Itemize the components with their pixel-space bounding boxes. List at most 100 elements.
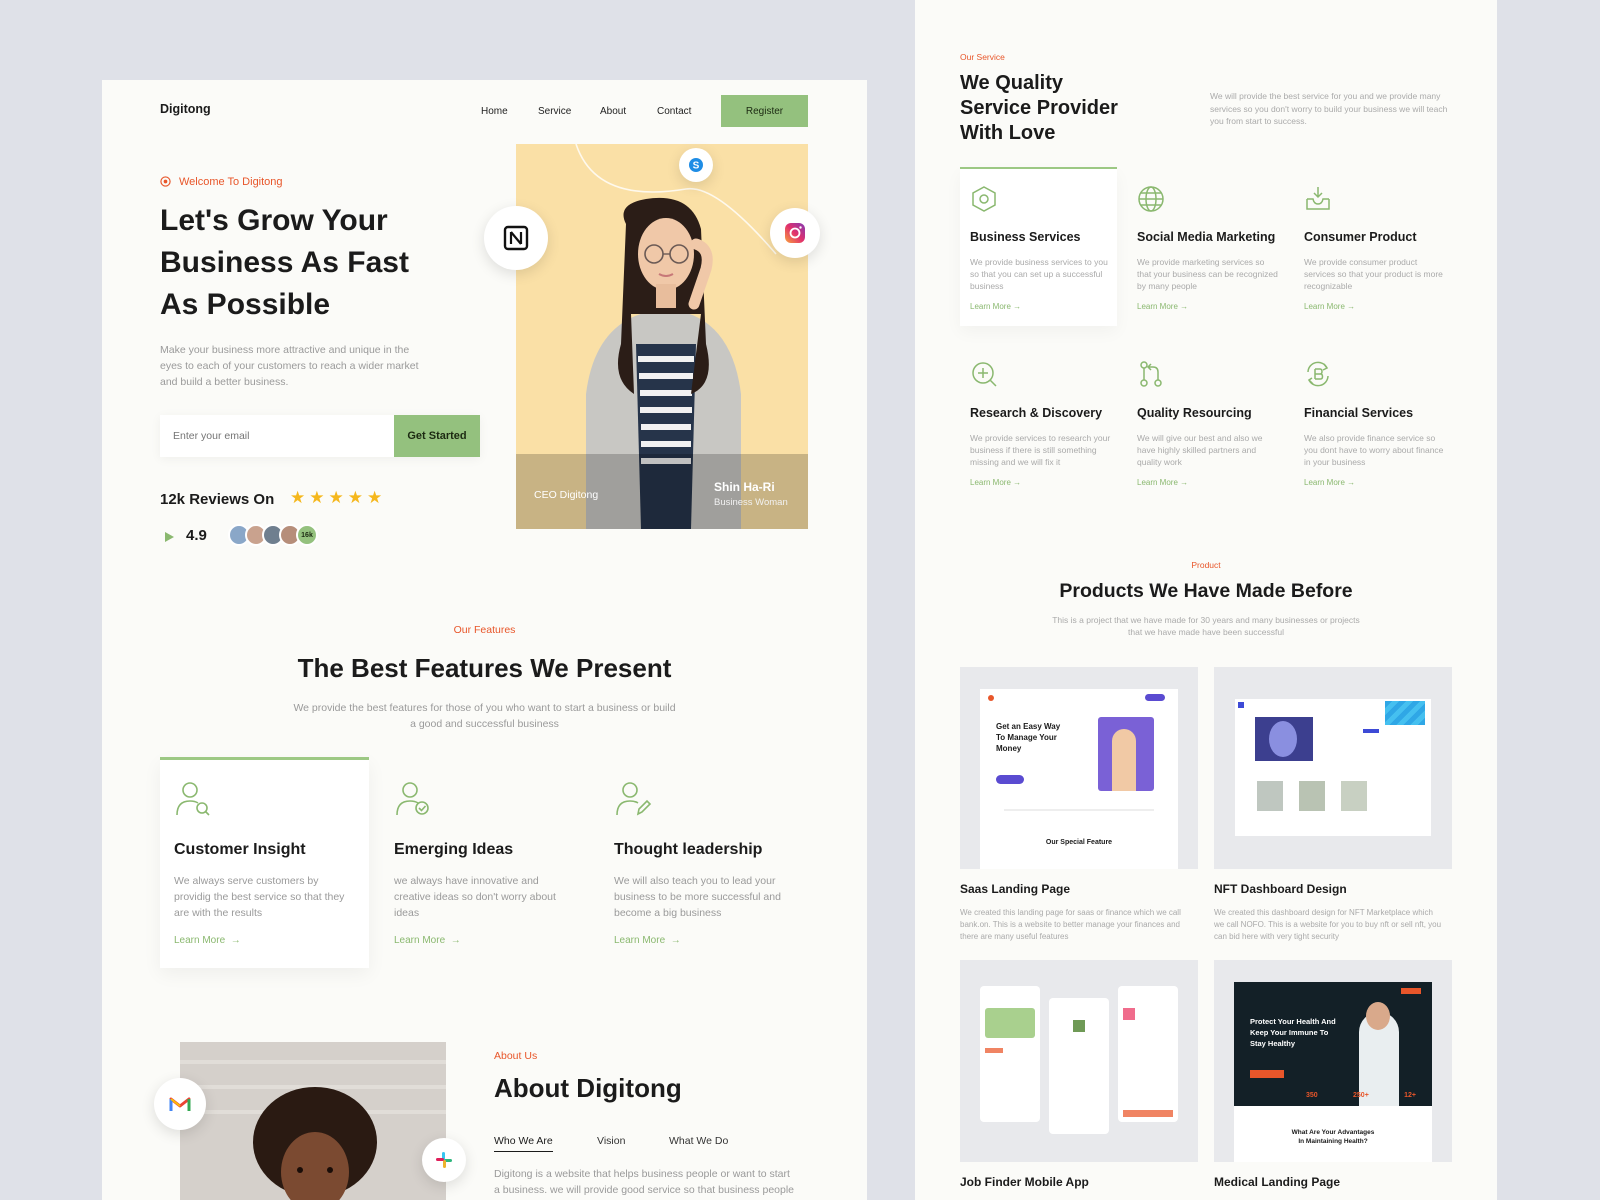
woman-portrait-illustration — [180, 1042, 446, 1200]
mock-cta — [996, 775, 1024, 784]
instagram-icon — [770, 208, 820, 258]
mock-screen — [1235, 699, 1431, 836]
service-eyebrow: Our Service — [960, 52, 1005, 62]
job-finder-thumbnail[interactable] — [960, 960, 1198, 1162]
globe-icon — [1137, 185, 1165, 213]
hero-photo: CEO Digitong Shin Ha-Ri Business Woman — [516, 144, 808, 529]
email-input[interactable] — [160, 415, 388, 457]
nav-about[interactable]: About — [600, 106, 626, 117]
products-eyebrow: Product — [1191, 560, 1221, 570]
arrow-right-icon: → — [1010, 478, 1022, 487]
nav-contact[interactable]: Contact — [657, 106, 691, 117]
arrow-right-icon: → — [1344, 302, 1356, 311]
mock-logo — [988, 695, 994, 701]
tab-who-we-are[interactable]: Who We Are — [494, 1135, 553, 1152]
nav-home[interactable]: Home — [481, 106, 508, 117]
mock-button — [1145, 694, 1165, 701]
hexagon-icon — [970, 185, 998, 213]
mock-avatar — [1073, 1020, 1085, 1032]
project-title: Job Finder Mobile App — [960, 1175, 1089, 1189]
arrow-right-icon: → — [667, 935, 681, 946]
mock-screen: Protect Your Health And Keep Your Immune … — [1234, 982, 1432, 1162]
about-eyebrow: About Us — [494, 1050, 538, 1062]
learn-more-link[interactable]: Learn More → — [174, 935, 241, 946]
service-description: We will provide the best service for you… — [1210, 91, 1448, 126]
medical-landing-thumbnail[interactable]: Protect Your Health And Keep Your Immune … — [1214, 960, 1452, 1162]
feature-description: We will also teach you to lead your busin… — [614, 875, 781, 919]
mock-person — [1112, 729, 1136, 791]
woman-portrait-illustration — [516, 144, 808, 529]
git-compare-icon — [1137, 360, 1165, 388]
mock-card — [1257, 781, 1283, 811]
about-text: Digitong is a website that helps busines… — [494, 1168, 795, 1196]
nft-dashboard-thumbnail[interactable] — [1214, 667, 1452, 869]
learn-more-link[interactable]: Learn More → — [1304, 302, 1355, 311]
mock-button — [1363, 729, 1379, 733]
star-icon: ★ — [367, 488, 387, 507]
mock-partner-logos — [1004, 809, 1154, 811]
feature-description: we always have innovative and creative id… — [394, 875, 556, 919]
learn-more-link[interactable]: Learn More → — [614, 935, 681, 946]
person-name: Shin Ha-Ri — [714, 480, 775, 494]
service-title: Financial Services — [1304, 406, 1414, 420]
arrow-right-icon: → — [1177, 478, 1189, 487]
star-icon: ★ — [328, 488, 348, 507]
service-description: We also provide finance service so you do… — [1304, 433, 1444, 467]
mock-avatar — [1123, 1008, 1135, 1020]
star-rating: ★★★★★ — [290, 488, 386, 508]
mock-phone-screen — [980, 986, 1040, 1122]
learn-more-link[interactable]: Learn More → — [394, 935, 461, 946]
user-edit-icon — [614, 780, 652, 818]
learn-more-link[interactable]: Learn More → — [1137, 302, 1188, 311]
saas-landing-thumbnail[interactable]: Get an Easy Way To Manage Your Money Our S… — [960, 667, 1198, 869]
service-title: Business Services — [970, 230, 1081, 244]
landing-page-left: Digitong Home Service About Contact Regi… — [102, 80, 867, 1200]
landing-page-right: Our Service We Quality Service Provider Wi… — [915, 0, 1497, 1200]
inbox-icon — [1304, 185, 1332, 213]
user-search-icon — [174, 780, 212, 818]
logo[interactable]: Digitong — [160, 102, 211, 116]
register-button[interactable]: Register — [721, 95, 808, 127]
service-description: We provide consumer product services so t… — [1304, 257, 1443, 291]
get-started-button[interactable]: Get Started — [394, 415, 480, 457]
nav-service[interactable]: Service — [538, 106, 571, 117]
service-description: We provide business services to you so th… — [970, 257, 1108, 291]
welcome-label: Welcome To Digitong — [179, 176, 283, 188]
bitcoin-refresh-icon — [1304, 360, 1332, 388]
gmail-icon — [154, 1078, 206, 1130]
products-description: This is a project that we have made for … — [1052, 615, 1360, 637]
trustpilot-icon — [164, 531, 175, 543]
mock-card — [1341, 781, 1367, 811]
service-title: Quality Resourcing — [1137, 406, 1252, 420]
skype-icon: S — [679, 148, 713, 182]
mock-banner — [1385, 701, 1425, 725]
about-title: About Digitong — [494, 1073, 682, 1103]
mock-cta — [1250, 1070, 1284, 1078]
svg-text:S: S — [693, 161, 700, 172]
mock-button — [1401, 988, 1421, 994]
mock-tag — [985, 1048, 1003, 1053]
learn-more-link[interactable]: Learn More → — [970, 478, 1021, 487]
mock-banner — [985, 1008, 1035, 1038]
arrow-right-icon: → — [447, 935, 461, 946]
mock-button — [1123, 1110, 1173, 1117]
feature-title: Thought leadership — [614, 841, 763, 858]
service-title: We Quality Service Provider With Love — [960, 72, 1118, 144]
features-title: The Best Features We Present — [297, 653, 672, 683]
learn-more-link[interactable]: Learn More → — [970, 302, 1021, 311]
target-icon — [160, 176, 171, 187]
about-photo — [180, 1042, 446, 1200]
project-title: Saas Landing Page — [960, 882, 1071, 896]
hero-description: Make your business more attractive and u… — [160, 344, 419, 388]
tab-vision[interactable]: Vision — [597, 1135, 625, 1147]
user-check-icon — [394, 780, 432, 818]
tab-what-we-do[interactable]: What We Do — [669, 1135, 728, 1147]
mock-stats: 350 250+ 12+ — [1306, 1092, 1416, 1099]
mock-card — [1299, 781, 1325, 811]
slack-icon — [422, 1138, 466, 1182]
learn-more-link[interactable]: Learn More → — [1304, 478, 1355, 487]
service-title: Social Media Marketing — [1137, 230, 1276, 244]
learn-more-link[interactable]: Learn More → — [1137, 478, 1188, 487]
person-role: Business Woman — [714, 497, 788, 508]
mock-nft-head — [1269, 721, 1297, 757]
